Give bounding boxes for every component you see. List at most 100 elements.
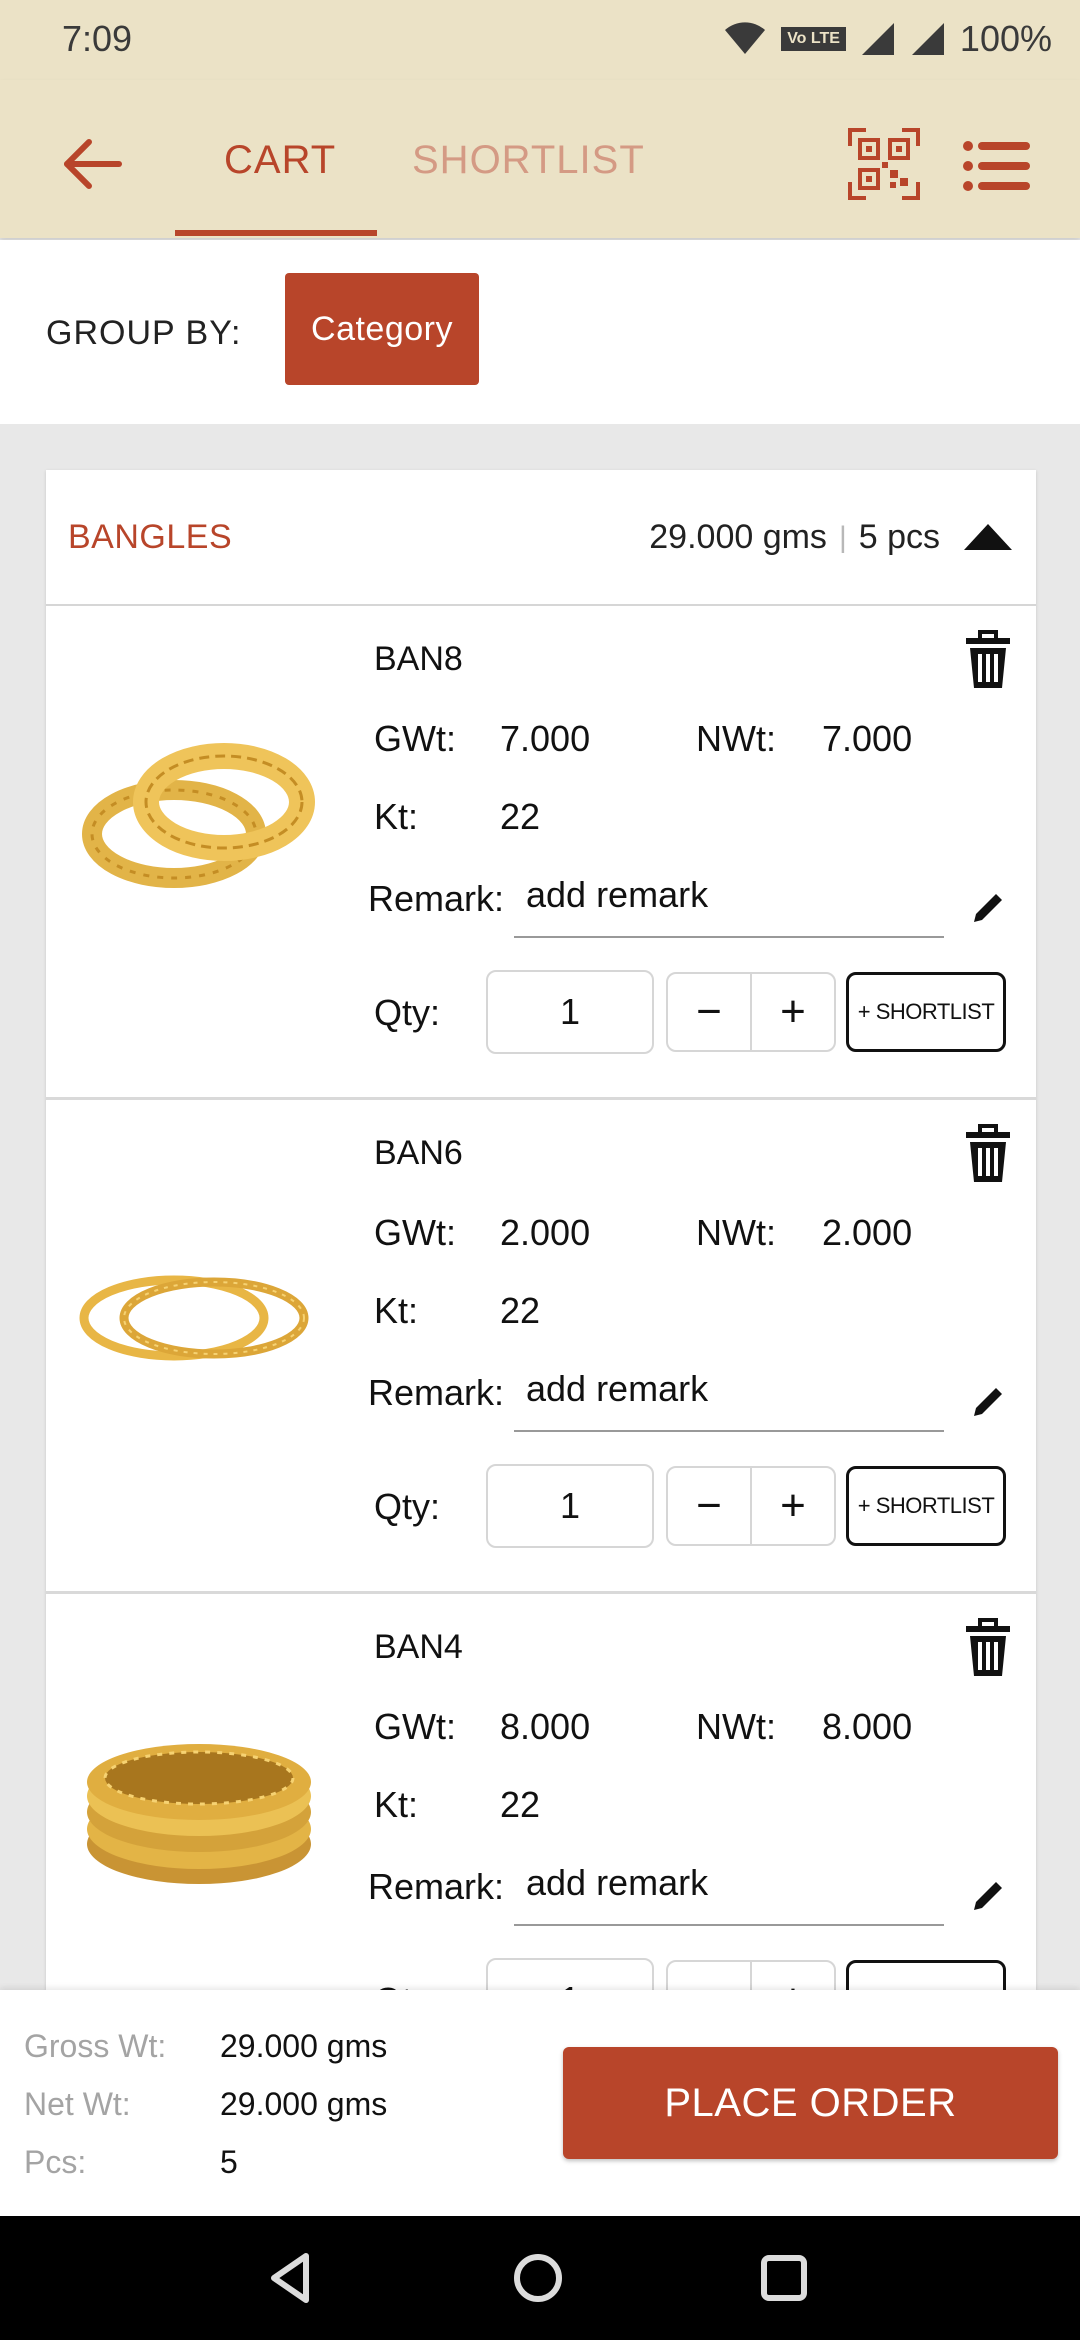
list-menu-button[interactable]: [962, 138, 1032, 194]
delete-button[interactable]: [964, 630, 1012, 690]
gross-weight-label: Gross Wt:: [24, 2028, 167, 2064]
status-time: 7:09: [62, 18, 133, 59]
decrease-qty-button[interactable]: −: [668, 1468, 752, 1544]
trash-icon: [966, 630, 1010, 688]
trash-icon: [966, 1618, 1010, 1676]
nav-home-icon[interactable]: [508, 2248, 568, 2308]
remark-underline: [514, 936, 944, 938]
category-card: BANGLES 29.000 gms | 5 pcs BAN8 GWt: 7.0…: [46, 470, 1036, 1990]
gwt-label: GWt:: [374, 1212, 456, 1253]
bangle-image: [87, 1744, 311, 1884]
item-code: BAN8: [374, 640, 463, 678]
status-bar: 7:09 Vo LTE 100%: [0, 0, 1080, 80]
quantity-input[interactable]: 1: [486, 970, 654, 1054]
divider: |: [838, 520, 847, 554]
lte-badge: Vo LTE: [781, 27, 846, 51]
category-header[interactable]: BANGLES 29.000 gms | 5 pcs: [46, 470, 1036, 606]
nav-recents-icon[interactable]: [754, 2248, 814, 2308]
add-to-shortlist-button[interactable]: + SHORTLIST: [846, 1466, 1006, 1546]
item-code: BAN4: [374, 1628, 463, 1666]
quantity-stepper: − +: [666, 1960, 836, 1990]
net-weight-value: 29.000 gms: [220, 2086, 388, 2122]
category-title: BANGLES: [68, 518, 233, 556]
kt-label: Kt:: [374, 1290, 419, 1331]
quantity-stepper: − +: [666, 972, 836, 1052]
item-code: BAN6: [374, 1134, 463, 1172]
increase-qty-button[interactable]: +: [752, 1468, 834, 1544]
gwt-value: 8.000: [500, 1706, 591, 1747]
place-order-button[interactable]: PLACE ORDER: [563, 2047, 1058, 2159]
qty-label: Qty:: [374, 1980, 440, 1990]
decrease-qty-button[interactable]: −: [668, 1962, 752, 1990]
group-by-bar: GROUP BY: Category: [0, 240, 1080, 424]
edit-remark-button[interactable]: [968, 888, 1008, 928]
edit-remark-button[interactable]: [968, 1876, 1008, 1916]
pencil-icon: [974, 894, 1002, 922]
gwt-label: GWt:: [374, 1706, 456, 1747]
nav-back-icon[interactable]: [262, 2248, 322, 2308]
edit-remark-button[interactable]: [968, 1382, 1008, 1422]
kt-value: 22: [500, 796, 541, 837]
remark-label: Remark:: [368, 878, 505, 919]
bangle-image: [79, 1275, 309, 1361]
gwt-value: 7.000: [500, 718, 591, 759]
quantity-input[interactable]: 1: [486, 1464, 654, 1548]
decrease-qty-button[interactable]: −: [668, 974, 752, 1050]
quantity-stepper: − +: [666, 1466, 836, 1546]
signal-icon: [911, 23, 944, 55]
nwt-label: NWt:: [696, 1212, 776, 1253]
nwt-value: 2.000: [822, 1212, 913, 1253]
remark-field[interactable]: add remark: [526, 1368, 708, 1410]
gwt-value: 2.000: [500, 1212, 591, 1253]
qty-label: Qty:: [374, 1486, 441, 1527]
delete-button[interactable]: [964, 1124, 1012, 1184]
net-weight-label: Net Wt:: [24, 2086, 131, 2122]
qr-scan-button[interactable]: [848, 128, 920, 200]
tab-cart[interactable]: CART: [224, 138, 336, 183]
trash-icon: [966, 1124, 1010, 1182]
pencil-icon: [974, 1882, 1002, 1910]
group-by-label: GROUP BY:: [46, 314, 242, 352]
remark-underline: [514, 1430, 944, 1432]
increase-qty-button[interactable]: +: [752, 1962, 834, 1990]
caret-up-icon[interactable]: [962, 522, 1014, 552]
signal-icon: [861, 23, 894, 55]
qr-code-icon: [848, 128, 920, 200]
quantity-input[interactable]: 1: [486, 1958, 654, 1990]
delete-button[interactable]: [964, 1618, 1012, 1678]
group-by-category-button[interactable]: Category: [285, 273, 479, 385]
gwt-label: GWt:: [374, 718, 456, 759]
nwt-value: 8.000: [822, 1706, 913, 1747]
pieces-label: Pcs:: [24, 2144, 87, 2180]
system-nav-bar: [0, 2216, 1080, 2340]
list-menu-icon: [963, 141, 1030, 191]
nwt-label: NWt:: [696, 718, 776, 759]
kt-value: 22: [500, 1290, 541, 1331]
increase-qty-button[interactable]: +: [752, 974, 834, 1050]
category-weight: 29.000 gms: [649, 518, 827, 556]
category-pieces: 5 pcs: [858, 518, 940, 556]
back-button[interactable]: [52, 132, 132, 196]
pieces-value: 5: [220, 2144, 238, 2180]
kt-label: Kt:: [374, 796, 419, 837]
gross-weight-value: 29.000 gms: [220, 2028, 388, 2064]
kt-value: 22: [500, 1784, 541, 1825]
kt-label: Kt:: [374, 1784, 419, 1825]
nwt-label: NWt:: [696, 1706, 776, 1747]
status-icons: Vo LTE 100%: [723, 18, 1052, 60]
pencil-icon: [974, 1388, 1002, 1416]
nwt-value: 7.000: [822, 718, 913, 759]
wifi-icon: [725, 22, 766, 54]
app-bar: CART SHORTLIST: [0, 80, 1080, 238]
qty-label: Qty:: [374, 992, 441, 1033]
category-summary: 29.000 gms | 5 pcs: [649, 518, 940, 557]
add-to-shortlist-button[interactable]: + SHORTLIST: [846, 972, 1006, 1052]
add-to-shortlist-button[interactable]: + SHORTLIST: [846, 1960, 1006, 1990]
cart-item: BAN6 GWt: 2.000 NWt: 2.000 Kt: 22 Remark…: [46, 1100, 1036, 1594]
back-arrow-icon: [64, 139, 122, 189]
remark-label: Remark:: [368, 1372, 505, 1413]
order-summary-bar: Gross Wt: 29.000 gms Net Wt: 29.000 gms …: [0, 1990, 1080, 2216]
tab-shortlist[interactable]: SHORTLIST: [412, 138, 645, 183]
remark-field[interactable]: add remark: [526, 1862, 708, 1904]
remark-field[interactable]: add remark: [526, 874, 708, 916]
